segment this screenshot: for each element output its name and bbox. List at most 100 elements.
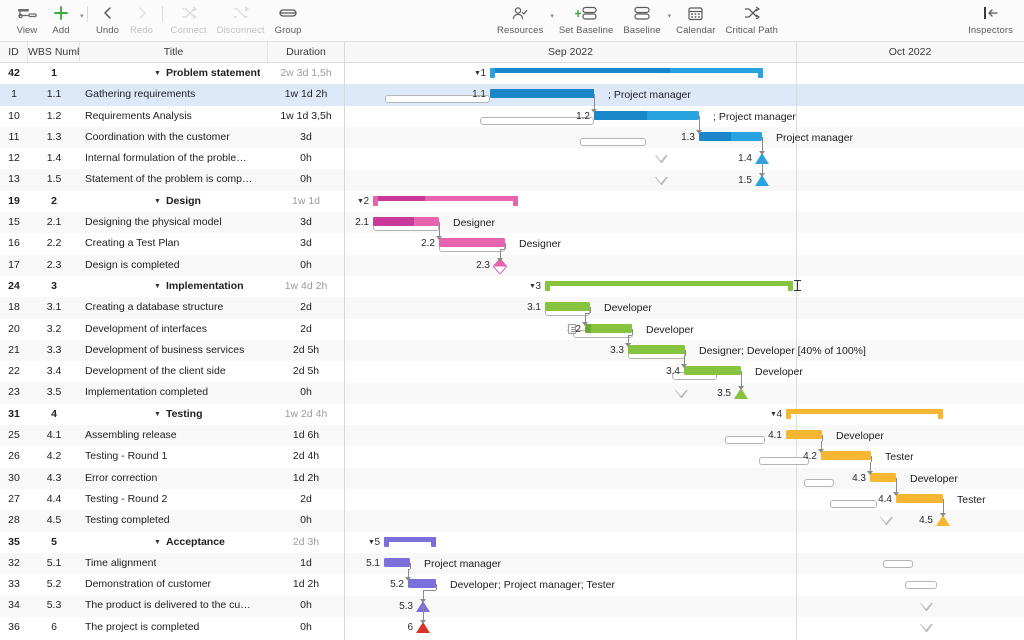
- gantt-row[interactable]: [345, 425, 1024, 446]
- task-title: Creating a Test Plan: [85, 233, 179, 254]
- table-row[interactable]: 314▼Testing1w 2d 4h: [0, 404, 344, 425]
- gantt-task-bar[interactable]: [408, 579, 436, 588]
- toolbar-button-add[interactable]: Add: [44, 2, 78, 36]
- dependency-arrow: [436, 236, 442, 240]
- gantt-task-bar[interactable]: [684, 366, 741, 375]
- gantt-task-bar[interactable]: [373, 217, 439, 226]
- table-row[interactable]: 254.1Assembling release1d 6h: [0, 425, 344, 446]
- gantt-summary-bar[interactable]: [373, 196, 518, 206]
- toolbar-button-view[interactable]: View: [10, 2, 44, 36]
- gantt-task-bar[interactable]: [896, 494, 943, 503]
- gantt-summary-bar[interactable]: [786, 409, 943, 419]
- gantt-summary-bar[interactable]: [490, 68, 763, 78]
- table-row[interactable]: 213.3Development of business services2d …: [0, 340, 344, 361]
- task-title: Creating a database structure: [85, 297, 223, 318]
- baseline-bar: [804, 479, 834, 487]
- table-row[interactable]: 274.4Testing - Round 22d: [0, 489, 344, 510]
- table-row[interactable]: 284.5Testing completed0h: [0, 510, 344, 531]
- chevron-down-icon[interactable]: ▼: [368, 539, 375, 546]
- chevron-down-icon[interactable]: ▼: [474, 70, 481, 77]
- chevron-down-icon[interactable]: ▼: [154, 532, 161, 553]
- chevron-down-icon[interactable]: ▼: [529, 283, 536, 290]
- table-row[interactable]: 304.3Error correction1d 2h: [0, 468, 344, 489]
- dependency-arrow: [681, 364, 687, 368]
- gantt-row[interactable]: [345, 532, 1024, 553]
- toolbar-button-inspectors[interactable]: Inspectors: [963, 2, 1018, 36]
- cell-id: 28: [0, 510, 28, 531]
- column-header-id[interactable]: ID: [0, 42, 28, 63]
- gantt-task-bar[interactable]: [594, 111, 699, 120]
- table-row[interactable]: 162.2Creating a Test Plan3d: [0, 233, 344, 254]
- gantt-task-bar[interactable]: [585, 324, 632, 333]
- table-row[interactable]: 131.5Statement of the problem is comp…0h: [0, 169, 344, 190]
- toolbar-button-group[interactable]: Group: [270, 2, 307, 36]
- chevron-down-icon[interactable]: ▼: [154, 276, 161, 297]
- cell-duration: 1d 6h: [268, 425, 344, 446]
- gantt-summary-bar[interactable]: [545, 281, 793, 291]
- chevron-down-icon[interactable]: ▼: [154, 404, 161, 425]
- gantt-task-bar[interactable]: [628, 345, 685, 354]
- gantt-row[interactable]: [345, 255, 1024, 276]
- toolbar-button-critical-path[interactable]: Critical Path: [721, 2, 784, 36]
- baseline-milestone-marker: [880, 517, 893, 525]
- chevron-down-icon[interactable]: ▼: [357, 198, 364, 205]
- cell-wbs: 1.2: [28, 106, 80, 127]
- table-row[interactable]: 335.2Demonstration of customer1d 2h: [0, 574, 344, 595]
- gantt-row[interactable]: [345, 297, 1024, 318]
- view-icon: [17, 2, 37, 24]
- table-row[interactable]: 223.4Development of the client side2d 5h: [0, 361, 344, 382]
- chevron-down-icon[interactable]: ▼: [154, 63, 161, 84]
- toolbar-button-undo[interactable]: Undo: [91, 2, 125, 36]
- chevron-down-icon[interactable]: ▾: [80, 12, 84, 20]
- column-header-wbs[interactable]: WBS Number: [28, 42, 80, 63]
- gantt-summary-bar[interactable]: [384, 537, 436, 547]
- gantt-task-bar[interactable]: [786, 430, 822, 439]
- cell-title: ▼Acceptance: [80, 532, 268, 553]
- table-row[interactable]: 355▼Acceptance2d 3h: [0, 532, 344, 553]
- table-row[interactable]: 421▼Problem statement2w 3d 1,5h: [0, 63, 344, 84]
- table-row[interactable]: 11.1Gathering requirements1w 1d 2h: [0, 84, 344, 105]
- gantt-row[interactable]: [345, 212, 1024, 233]
- gantt-task-bar[interactable]: [870, 473, 896, 482]
- table-row[interactable]: 121.4Internal formulation of the proble……: [0, 148, 344, 169]
- toolbar-button-resources[interactable]: Resources: [492, 2, 548, 36]
- table-row[interactable]: 243▼Implementation1w 4d 2h: [0, 276, 344, 297]
- toolbar-button-set-baseline[interactable]: Set Baseline: [554, 2, 619, 36]
- gantt-task-bar[interactable]: [821, 451, 871, 460]
- chevron-down-icon[interactable]: ▼: [770, 411, 777, 418]
- toolbar-button-calendar[interactable]: Calendar: [671, 2, 720, 36]
- table-row[interactable]: 233.5Implementation completed0h: [0, 382, 344, 403]
- table-row[interactable]: 345.3The product is delivered to the cu……: [0, 595, 344, 616]
- gantt-task-bar[interactable]: [384, 558, 410, 567]
- toolbar-button-baseline[interactable]: Baseline: [618, 2, 665, 36]
- note-icon[interactable]: [568, 324, 576, 334]
- gantt-task-bar[interactable]: [439, 238, 505, 247]
- column-header-title[interactable]: Title: [80, 42, 268, 63]
- cell-id: 12: [0, 148, 28, 169]
- cell-id: 1: [0, 84, 28, 105]
- gantt-row[interactable]: [345, 170, 1024, 191]
- table-row[interactable]: 111.3Coordination with the customer3d: [0, 127, 344, 148]
- column-header-duration[interactable]: Duration: [268, 42, 344, 63]
- gantt-task-bar[interactable]: [545, 302, 590, 311]
- toolbar-button-label: Calendar: [676, 25, 715, 36]
- gantt-task-bar[interactable]: [699, 132, 762, 141]
- table-row[interactable]: 325.1Time alignment1d: [0, 553, 344, 574]
- gantt-row[interactable]: [345, 446, 1024, 467]
- table-row[interactable]: 183.1Creating a database structure2d: [0, 297, 344, 318]
- table-row[interactable]: 172.3Design is completed0h: [0, 255, 344, 276]
- task-title: Development of interfaces: [85, 319, 207, 340]
- table-row[interactable]: 192▼Design1w 1d: [0, 191, 344, 212]
- table-row[interactable]: 203.2Development of interfaces2d: [0, 319, 344, 340]
- table-row[interactable]: 366The project is completed0h: [0, 617, 344, 638]
- gantt-row[interactable]: [345, 148, 1024, 169]
- table-row[interactable]: 152.1Designing the physical model3d: [0, 212, 344, 233]
- table-row[interactable]: 264.2Testing - Round 12d 4h: [0, 446, 344, 467]
- gantt-task-bar[interactable]: [490, 89, 594, 98]
- plus-icon: [53, 2, 69, 24]
- cell-duration: 0h: [268, 595, 344, 616]
- chevron-down-icon[interactable]: ▼: [154, 191, 161, 212]
- dependency-link: [685, 350, 686, 356]
- table-row[interactable]: 101.2Requirements Analysis1w 1d 3,5h: [0, 106, 344, 127]
- cell-title: Coordination with the customer: [80, 127, 268, 148]
